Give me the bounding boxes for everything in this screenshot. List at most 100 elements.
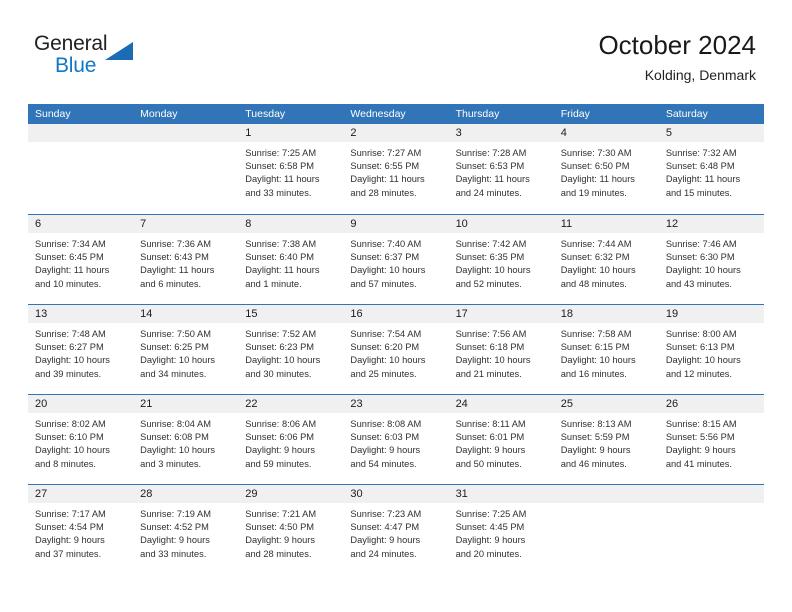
- day-number-strip: [553, 485, 659, 503]
- day-number: 12: [665, 217, 679, 230]
- day-number-strip: 30: [343, 485, 449, 503]
- day-cell[interactable]: 10 Sunrise: 7:42 AM Sunset: 6:35 PM Dayligh…: [448, 215, 554, 304]
- sunrise-text: Sunrise: 7:36 AM: [140, 239, 211, 249]
- day-cell[interactable]: 6 Sunrise: 7:34 AM Sunset: 6:45 PM Daylight…: [28, 215, 134, 304]
- general-blue-logo[interactable]: General Blue: [34, 33, 154, 85]
- day-cell[interactable]: 5 Sunrise: 7:32 AM Sunset: 6:48 PM Daylight…: [658, 124, 764, 214]
- day-cell[interactable]: 22 Sunrise: 8:06 AM Sunset: 6:06 PM Dayligh…: [238, 395, 344, 484]
- week-row: 6 Sunrise: 7:34 AM Sunset: 6:45 PM Daylight…: [28, 214, 764, 304]
- day-cell[interactable]: 2 Sunrise: 7:27 AM Sunset: 6:55 PM Daylight…: [343, 124, 449, 214]
- daylight-text-line1: Daylight: 9 hours: [245, 445, 316, 456]
- sunrise-text: Sunrise: 7:44 AM: [560, 239, 632, 249]
- day-number-strip: 31: [448, 485, 554, 503]
- daylight-text-line1: Daylight: 11 hours: [455, 174, 530, 185]
- day-number: 17: [455, 307, 468, 320]
- day-cell[interactable]: 9 Sunrise: 7:40 AM Sunset: 6:37 PM Daylight…: [343, 215, 449, 304]
- day-number-strip: 13: [28, 305, 134, 323]
- day-cell-empty: [133, 124, 239, 214]
- sunrise-text: Sunrise: 8:02 AM: [35, 419, 106, 429]
- day-number-strip: 9: [343, 215, 449, 233]
- day-cell[interactable]: 17 Sunrise: 7:56 AM Sunset: 6:18 PM Dayligh…: [448, 305, 554, 394]
- day-number-strip: 18: [553, 305, 659, 323]
- daylight-text-line2: and 43 minutes.: [665, 278, 732, 289]
- sunset-text: Sunset: 6:01 PM: [455, 432, 525, 443]
- daylight-text-line1: Daylight: 9 hours: [665, 445, 736, 456]
- day-number-strip: 12: [658, 215, 764, 233]
- day-cell[interactable]: 30 Sunrise: 7:23 AM Sunset: 4:47 PM Dayligh…: [343, 485, 449, 574]
- day-number: 31: [455, 487, 468, 500]
- day-details: Sunrise: 7:36 AM Sunset: 6:43 PM Daylight:…: [133, 233, 238, 291]
- daylight-text-line2: and 57 minutes.: [350, 278, 417, 289]
- day-cell[interactable]: 12 Sunrise: 7:46 AM Sunset: 6:30 PM Dayligh…: [658, 215, 764, 304]
- day-number-strip: 26: [658, 395, 764, 413]
- daylight-text-line1: Daylight: 10 hours: [560, 265, 636, 276]
- sunrise-text: Sunrise: 7:32 AM: [665, 148, 737, 158]
- sunrise-text: Sunrise: 7:19 AM: [140, 509, 211, 519]
- day-details: Sunrise: 8:00 AM Sunset: 6:13 PM Daylight:…: [659, 323, 764, 381]
- day-details: Sunrise: 7:38 AM Sunset: 6:40 PM Daylight:…: [238, 233, 343, 291]
- day-cell[interactable]: 31 Sunrise: 7:25 AM Sunset: 4:45 PM Dayligh…: [448, 485, 554, 574]
- daylight-text-line1: Daylight: 9 hours: [245, 535, 316, 546]
- sunset-text: Sunset: 5:59 PM: [560, 432, 630, 443]
- day-number-strip: 29: [238, 485, 344, 503]
- daylight-text-line2: and 24 minutes.: [350, 548, 417, 559]
- day-cell[interactable]: 4 Sunrise: 7:30 AM Sunset: 6:50 PM Daylight…: [553, 124, 659, 214]
- day-number: 4: [560, 126, 567, 139]
- day-number: 30: [350, 487, 363, 500]
- daylight-text-line1: Daylight: 10 hours: [35, 445, 110, 456]
- day-cell[interactable]: 28 Sunrise: 7:19 AM Sunset: 4:52 PM Dayligh…: [133, 485, 239, 574]
- day-cell[interactable]: 3 Sunrise: 7:28 AM Sunset: 6:53 PM Daylight…: [448, 124, 554, 214]
- day-cell[interactable]: 25 Sunrise: 8:13 AM Sunset: 5:59 PM Dayligh…: [553, 395, 659, 484]
- day-number: 20: [35, 397, 48, 410]
- day-cell[interactable]: 11 Sunrise: 7:44 AM Sunset: 6:32 PM Dayligh…: [553, 215, 659, 304]
- day-cell[interactable]: 8 Sunrise: 7:38 AM Sunset: 6:40 PM Daylight…: [238, 215, 344, 304]
- week-row: 1 Sunrise: 7:25 AM Sunset: 6:58 PM Daylight…: [28, 124, 764, 214]
- daylight-text-line2: and 33 minutes.: [245, 187, 312, 198]
- sunset-text: Sunset: 6:55 PM: [350, 161, 420, 172]
- day-cell[interactable]: 24 Sunrise: 8:11 AM Sunset: 6:01 PM Dayligh…: [448, 395, 554, 484]
- day-cell[interactable]: 7 Sunrise: 7:36 AM Sunset: 6:43 PM Daylight…: [133, 215, 239, 304]
- day-cell[interactable]: 15 Sunrise: 7:52 AM Sunset: 6:23 PM Dayligh…: [238, 305, 344, 394]
- sunset-text: Sunset: 6:45 PM: [35, 252, 104, 263]
- day-cell[interactable]: 23 Sunrise: 8:08 AM Sunset: 6:03 PM Dayligh…: [343, 395, 449, 484]
- sunrise-text: Sunrise: 7:46 AM: [665, 239, 737, 249]
- daylight-text-line2: and 25 minutes.: [350, 368, 417, 379]
- day-cell[interactable]: 19 Sunrise: 8:00 AM Sunset: 6:13 PM Dayligh…: [658, 305, 764, 394]
- day-number: 24: [455, 397, 468, 410]
- daylight-text-line2: and 41 minutes.: [665, 458, 732, 469]
- sunset-text: Sunset: 6:03 PM: [350, 432, 420, 443]
- day-cell[interactable]: 26 Sunrise: 8:15 AM Sunset: 5:56 PM Dayligh…: [658, 395, 764, 484]
- sunset-text: Sunset: 6:13 PM: [665, 342, 735, 353]
- day-details: Sunrise: 7:30 AM Sunset: 6:50 PM Daylight:…: [554, 142, 659, 200]
- day-number-strip: 6: [28, 215, 134, 233]
- sunrise-text: Sunrise: 8:11 AM: [455, 419, 526, 429]
- daylight-text-line1: Daylight: 10 hours: [140, 445, 216, 456]
- sunrise-text: Sunrise: 7:30 AM: [560, 148, 632, 158]
- day-number-strip: 2: [343, 124, 449, 142]
- day-cell[interactable]: 1 Sunrise: 7:25 AM Sunset: 6:58 PM Daylight…: [238, 124, 344, 214]
- sunrise-text: Sunrise: 8:00 AM: [665, 329, 737, 339]
- day-cell[interactable]: 20 Sunrise: 8:02 AM Sunset: 6:10 PM Dayligh…: [28, 395, 134, 484]
- day-cell[interactable]: 14 Sunrise: 7:50 AM Sunset: 6:25 PM Dayligh…: [133, 305, 239, 394]
- daylight-text-line2: and 16 minutes.: [560, 368, 627, 379]
- day-details: Sunrise: 7:52 AM Sunset: 6:23 PM Daylight:…: [238, 323, 343, 381]
- daylight-text-line1: Daylight: 10 hours: [665, 355, 741, 366]
- weeks-container: 1 Sunrise: 7:25 AM Sunset: 6:58 PM Daylight…: [28, 124, 764, 574]
- sunset-text: Sunset: 6:23 PM: [245, 342, 315, 353]
- sunrise-text: Sunrise: 8:06 AM: [245, 419, 317, 429]
- day-number: 15: [245, 307, 258, 320]
- sunset-text: Sunset: 6:35 PM: [455, 252, 525, 263]
- day-cell[interactable]: 21 Sunrise: 8:04 AM Sunset: 6:08 PM Dayligh…: [133, 395, 239, 484]
- day-cell[interactable]: 16 Sunrise: 7:54 AM Sunset: 6:20 PM Dayligh…: [343, 305, 449, 394]
- day-cell[interactable]: 27 Sunrise: 7:17 AM Sunset: 4:54 PM Dayligh…: [28, 485, 134, 574]
- daylight-text-line1: Daylight: 10 hours: [245, 355, 321, 366]
- day-cell[interactable]: 29 Sunrise: 7:21 AM Sunset: 4:50 PM Dayligh…: [238, 485, 344, 574]
- sunset-text: Sunset: 4:52 PM: [140, 522, 209, 533]
- day-number-strip: 10: [448, 215, 554, 233]
- day-cell[interactable]: 13 Sunrise: 7:48 AM Sunset: 6:27 PM Dayligh…: [28, 305, 134, 394]
- day-details: Sunrise: 8:15 AM Sunset: 5:56 PM Daylight:…: [659, 413, 764, 471]
- daylight-text-line2: and 52 minutes.: [455, 278, 522, 289]
- day-cell[interactable]: 18 Sunrise: 7:58 AM Sunset: 6:15 PM Dayligh…: [553, 305, 659, 394]
- day-details: Sunrise: 7:42 AM Sunset: 6:35 PM Daylight:…: [449, 233, 554, 291]
- day-number-strip: [133, 124, 239, 142]
